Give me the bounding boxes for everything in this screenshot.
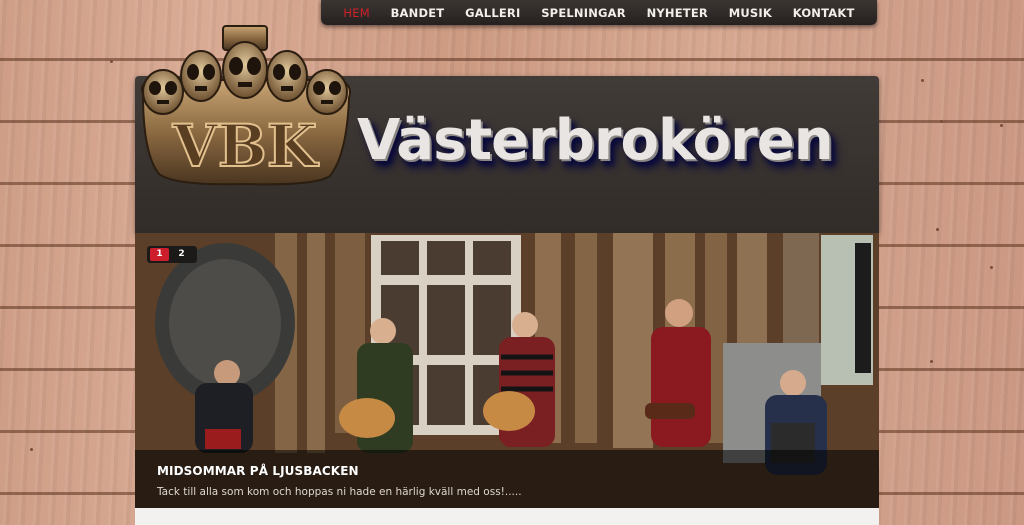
slider-page-2[interactable]: 2 <box>172 248 191 261</box>
nav-item-nyheter[interactable]: NYHETER <box>647 6 708 20</box>
slide-caption-title[interactable]: MIDSOMMAR PÅ LJUSBACKEN <box>157 464 359 478</box>
nail-decoration <box>940 120 943 123</box>
slide-caption-text: Tack till alla som kom och hoppas ni had… <box>157 486 522 498</box>
nav-item-kontakt[interactable]: KONTAKT <box>793 6 855 20</box>
svg-text:VBK: VBK <box>172 112 320 180</box>
slider-page-1[interactable]: 1 <box>150 248 169 261</box>
nav-item-spelningar[interactable]: SPELNINGAR <box>541 6 626 20</box>
nail-decoration <box>930 360 933 363</box>
nail-decoration <box>1000 124 1003 127</box>
main-nav: HEM BANDET GALLERI SPELNINGAR NYHETER MU… <box>321 0 877 25</box>
content-area <box>135 508 879 525</box>
image-slider[interactable]: 1 2 MIDSOMMAR PÅ LJUSBACKEN Tack till al… <box>135 233 879 508</box>
nav-item-bandet[interactable]: BANDET <box>391 6 445 20</box>
site-title: Västerbrokören <box>357 108 834 173</box>
slider-pager: 1 2 <box>147 246 197 263</box>
slide-caption: MIDSOMMAR PÅ LJUSBACKEN Tack till alla s… <box>135 450 879 508</box>
site-logo[interactable]: VBK <box>135 24 355 189</box>
nail-decoration <box>110 60 113 63</box>
nav-item-galleri[interactable]: GALLERI <box>465 6 520 20</box>
nail-decoration <box>936 228 939 231</box>
nav-item-hem[interactable]: HEM <box>343 6 369 20</box>
nail-decoration <box>30 448 33 451</box>
nav-item-musik[interactable]: MUSIK <box>729 6 772 20</box>
nail-decoration <box>990 266 993 269</box>
nail-decoration <box>921 79 924 82</box>
skull-crown-icon: VBK <box>140 25 351 186</box>
